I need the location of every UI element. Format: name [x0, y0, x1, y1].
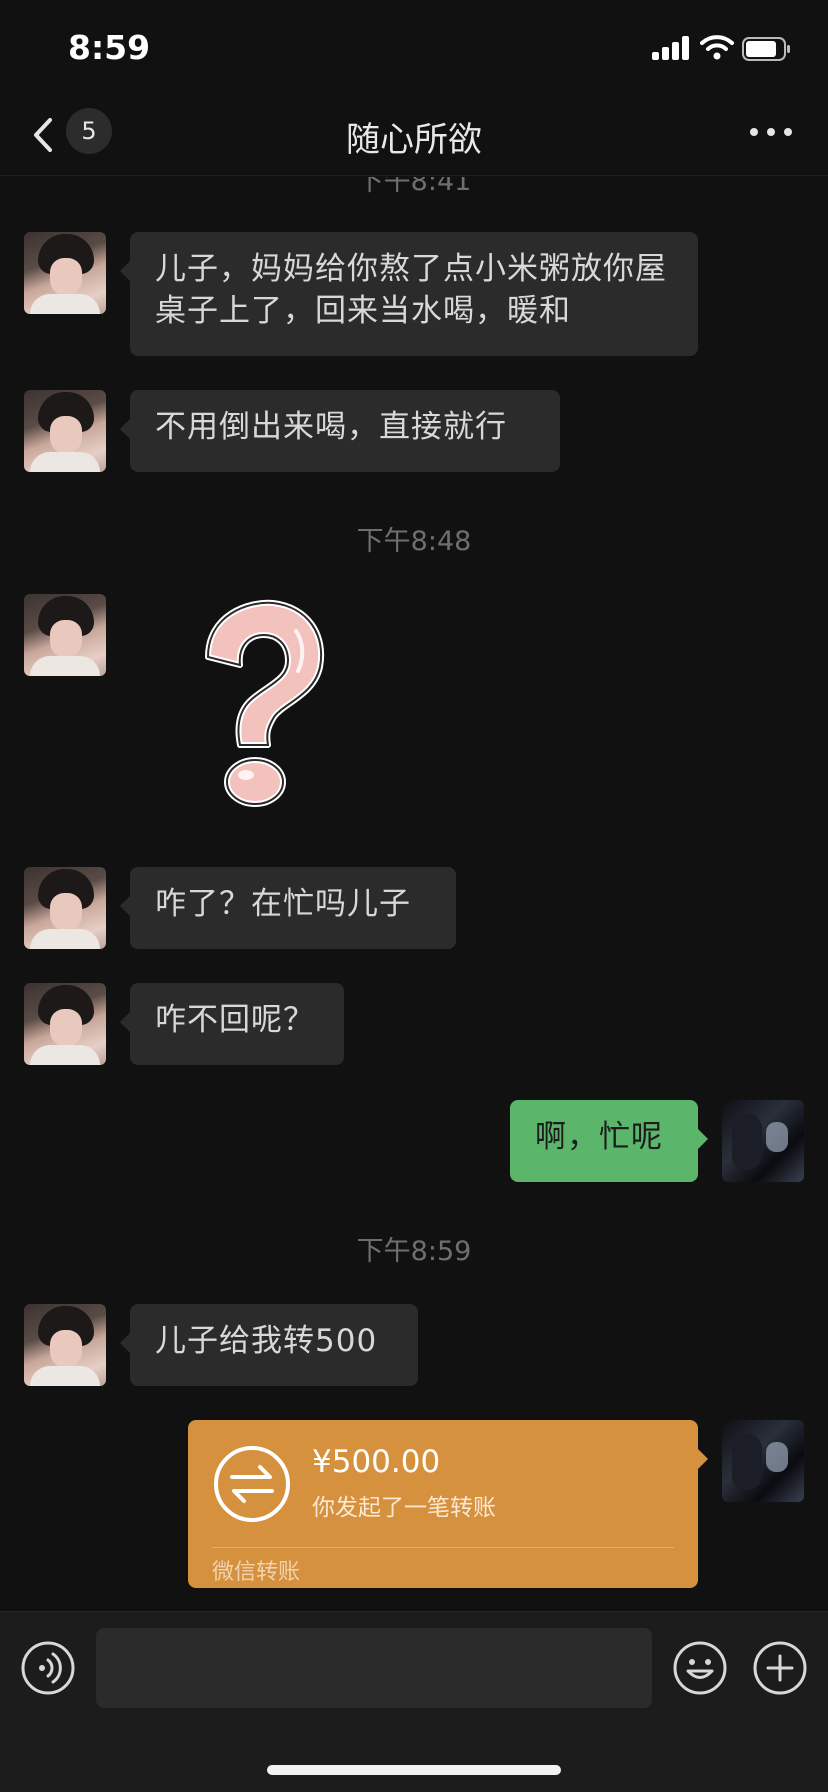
avatar-self[interactable] — [722, 1100, 804, 1182]
message-input[interactable] — [96, 1628, 652, 1708]
home-indicator[interactable] — [267, 1765, 561, 1775]
message-bubble[interactable]: 儿子，妈妈给你熬了点小米粥放你屋桌子上了，回来当水喝，暖和 — [120, 232, 698, 356]
status-bar: 8:59 — [0, 0, 828, 100]
divider — [212, 1547, 674, 1548]
emoji-icon[interactable] — [672, 1640, 728, 1696]
timestamp: 下午8:48 — [356, 526, 472, 557]
message-bubble[interactable]: 儿子给我转500 — [120, 1304, 418, 1386]
voice-icon[interactable] — [20, 1640, 76, 1696]
chat-title: 随心所欲 — [346, 120, 482, 160]
transfer-description: 你发起了一笔转账 — [312, 1495, 496, 1521]
avatar[interactable] — [24, 867, 106, 949]
avatar[interactable] — [24, 390, 106, 472]
avatar[interactable] — [24, 1304, 106, 1386]
message-bubble[interactable]: 咋了？在忙吗儿子 — [120, 867, 456, 949]
chat-header: 5 随心所欲 — [0, 100, 828, 176]
signal-icon — [652, 36, 692, 60]
transfer-brand-label: 微信转账 — [212, 1560, 301, 1585]
message-list[interactable]: 下午8:41 儿子，妈妈给你熬了点小米粥放你屋桌子上了，回来当水喝，暖和 不用倒… — [0, 177, 828, 1611]
more-button[interactable] — [748, 122, 794, 142]
battery-icon — [742, 37, 790, 61]
message-bubble-outgoing[interactable]: 啊，忙呢 — [510, 1100, 708, 1182]
status-time: 8:59 — [68, 28, 151, 67]
wifi-icon — [700, 35, 734, 60]
transfer-card[interactable]: ¥500.00 你发起了一笔转账 微信转账 — [188, 1420, 708, 1588]
transfer-amount: ¥500.00 — [312, 1444, 441, 1480]
avatar-self[interactable] — [722, 1420, 804, 1502]
transfer-arrows-icon — [214, 1446, 290, 1522]
plus-icon[interactable] — [752, 1640, 808, 1696]
timestamp: 下午8:41 — [356, 177, 472, 197]
avatar[interactable] — [24, 232, 106, 314]
avatar[interactable] — [24, 983, 106, 1065]
message-bubble[interactable]: 不用倒出来喝，直接就行 — [120, 390, 560, 472]
avatar[interactable] — [24, 594, 106, 676]
timestamp: 下午8:59 — [356, 1236, 472, 1267]
question-mark-sticker[interactable] — [188, 595, 338, 810]
message-bubble[interactable]: 咋不回呢？ — [120, 983, 344, 1065]
